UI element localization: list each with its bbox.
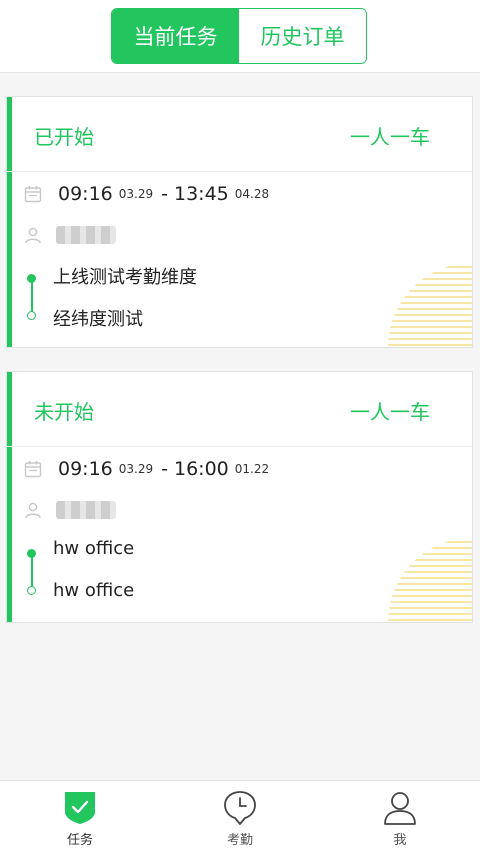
person-icon [25,502,41,519]
end-date: 04.28 [234,187,270,201]
top-bar: 当前任务 历史订单 [0,0,480,73]
start-time: 09:16 [58,183,113,205]
task-status: 已开始 [34,125,94,149]
driver-row [24,221,116,249]
time-range: 09:16 03.29 - 13:45 04.28 [24,179,275,209]
blurred-driver-name [56,226,116,244]
tab-attendance[interactable]: 考勤 [160,781,320,853]
task-segment-control: 当前任务 历史订单 [111,8,367,64]
start-date: 03.29 [118,187,154,201]
card-header: 已开始 一人一车 [7,97,472,172]
time-separator: - [161,458,168,480]
task-mode: 一人一车 [350,400,430,424]
card-header: 未开始 一人一车 [7,372,472,447]
route-destination: hw office [53,580,135,601]
end-time: 16:00 [173,458,229,480]
time-separator: - [161,183,168,205]
route-destination: 经纬度测试 [53,309,143,330]
tab-me[interactable]: 我 [320,781,480,853]
task-mode: 一人一车 [350,125,430,149]
calendar-icon [24,186,42,203]
shield-check-icon [65,792,95,824]
person-icon [384,792,416,825]
decorative-stripes [388,541,472,621]
tab-current-tasks[interactable]: 当前任务 [112,9,239,63]
task-card[interactable]: 未开始 一人一车 09:16 03.29 - 16:00 01.22 hw of… [6,371,473,623]
start-date: 03.29 [118,462,154,476]
driver-row [24,496,116,524]
tab-label: 考勤 [226,833,253,848]
end-time: 13:45 [173,183,229,205]
clock-pin-icon [224,791,256,825]
route-origin: 上线测试考勤维度 [53,267,197,288]
tab-label: 我 [393,833,407,848]
person-icon [25,227,41,244]
route-origin: hw office [53,538,135,559]
end-date: 01.22 [234,462,270,476]
bottom-tab-bar: 任务 考勤 我 [0,780,480,853]
tab-history-orders[interactable]: 历史订单 [239,9,366,63]
decorative-stripes [388,266,472,346]
time-range: 09:16 03.29 - 16:00 01.22 [24,454,275,484]
tab-tasks[interactable]: 任务 [0,781,160,853]
tab-label: 任务 [66,833,93,848]
task-card[interactable]: 已开始 一人一车 09:16 03.29 - 13:45 04.28 上线测试考… [6,96,473,348]
blurred-driver-name [56,501,116,519]
calendar-icon [24,461,42,478]
start-time: 09:16 [58,458,113,480]
task-status: 未开始 [34,400,94,424]
